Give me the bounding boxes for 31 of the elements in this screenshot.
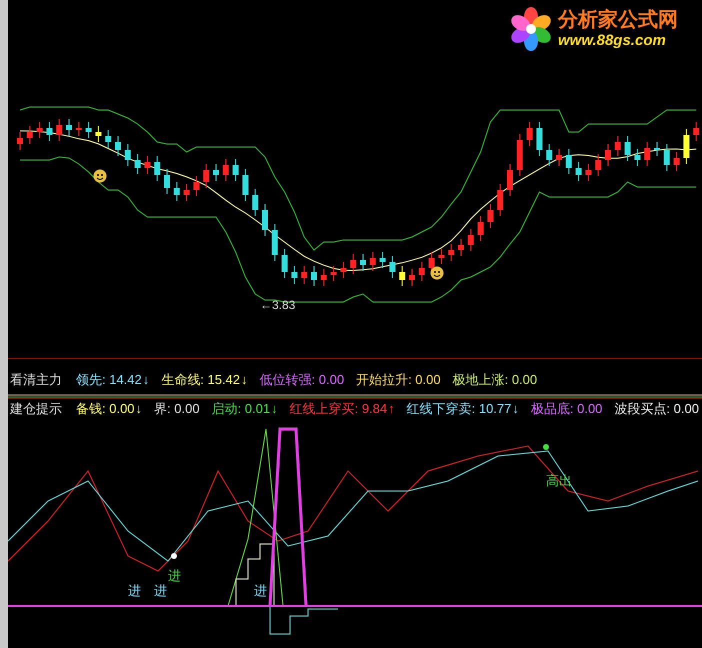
- logo-url: www.88gs.com: [558, 32, 667, 50]
- indicator-reading: 波段买点: 0.00: [614, 400, 699, 418]
- logo-title: 分析家公式网: [558, 8, 678, 32]
- signal-label: 进: [168, 567, 181, 585]
- trend-arrow: ↑: [388, 400, 395, 418]
- indicator-reading: 红线下穿卖: 10.77: [406, 400, 512, 418]
- panel-title: 建仓提示: [10, 400, 62, 418]
- smiley-icon: [93, 169, 107, 183]
- signal-dot: [171, 553, 177, 559]
- low-price-label: ←3.83: [260, 297, 296, 314]
- indicator-reading: 开始拉升: 0.00: [356, 371, 441, 390]
- panel-title: 看清主力: [10, 371, 62, 390]
- indicator-reading: 生命线: 15.42: [161, 371, 240, 390]
- trend-arrow: ↓: [136, 400, 142, 418]
- indicator-reading: 备钱: 0.00: [76, 400, 135, 418]
- indicator-reading: 红线上穿买: 9.84: [290, 400, 388, 418]
- signal-dot: [543, 444, 549, 450]
- smiley-icon: [430, 266, 444, 280]
- indicator-reading: 极品底: 0.00: [530, 400, 602, 418]
- signal-label: 进: [254, 582, 267, 600]
- trend-arrow: ↓: [512, 400, 519, 418]
- trend-arrow: ↓: [271, 400, 278, 418]
- indicator-reading: 界: 0.00: [154, 400, 200, 418]
- indicator-reading: 极地上涨: 0.00: [452, 371, 538, 390]
- trend-arrow: ↓: [241, 371, 248, 390]
- indicator-reading: 低位转强: 0.00: [260, 371, 344, 390]
- signal-label: 进: [154, 582, 167, 600]
- indicator-reading: 领先: 14.42: [76, 371, 142, 390]
- indicator-reading: 启动: 0.01: [212, 400, 270, 418]
- signal-label: 进: [128, 582, 141, 600]
- trend-arrow: ↓: [142, 371, 150, 390]
